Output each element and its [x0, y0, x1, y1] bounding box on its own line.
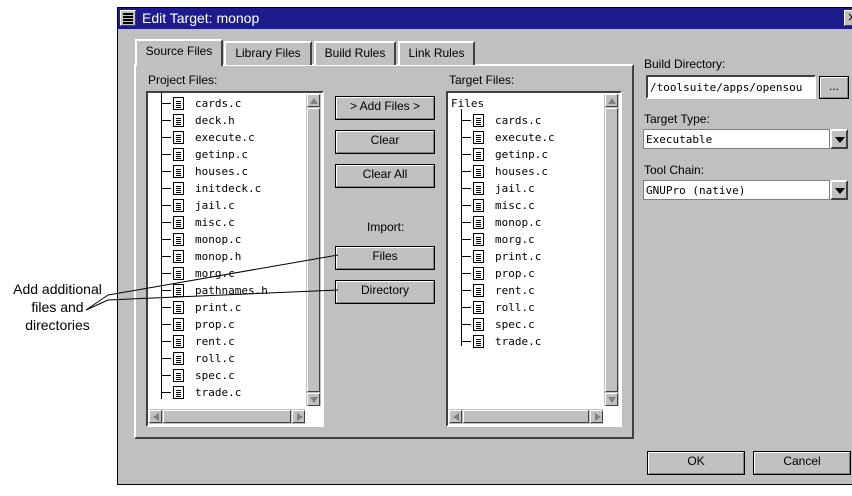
tab-label: Source Files: [145, 44, 213, 58]
annotation-lines: [85, 254, 339, 311]
tab-source-files[interactable]: Source Files: [135, 39, 223, 66]
